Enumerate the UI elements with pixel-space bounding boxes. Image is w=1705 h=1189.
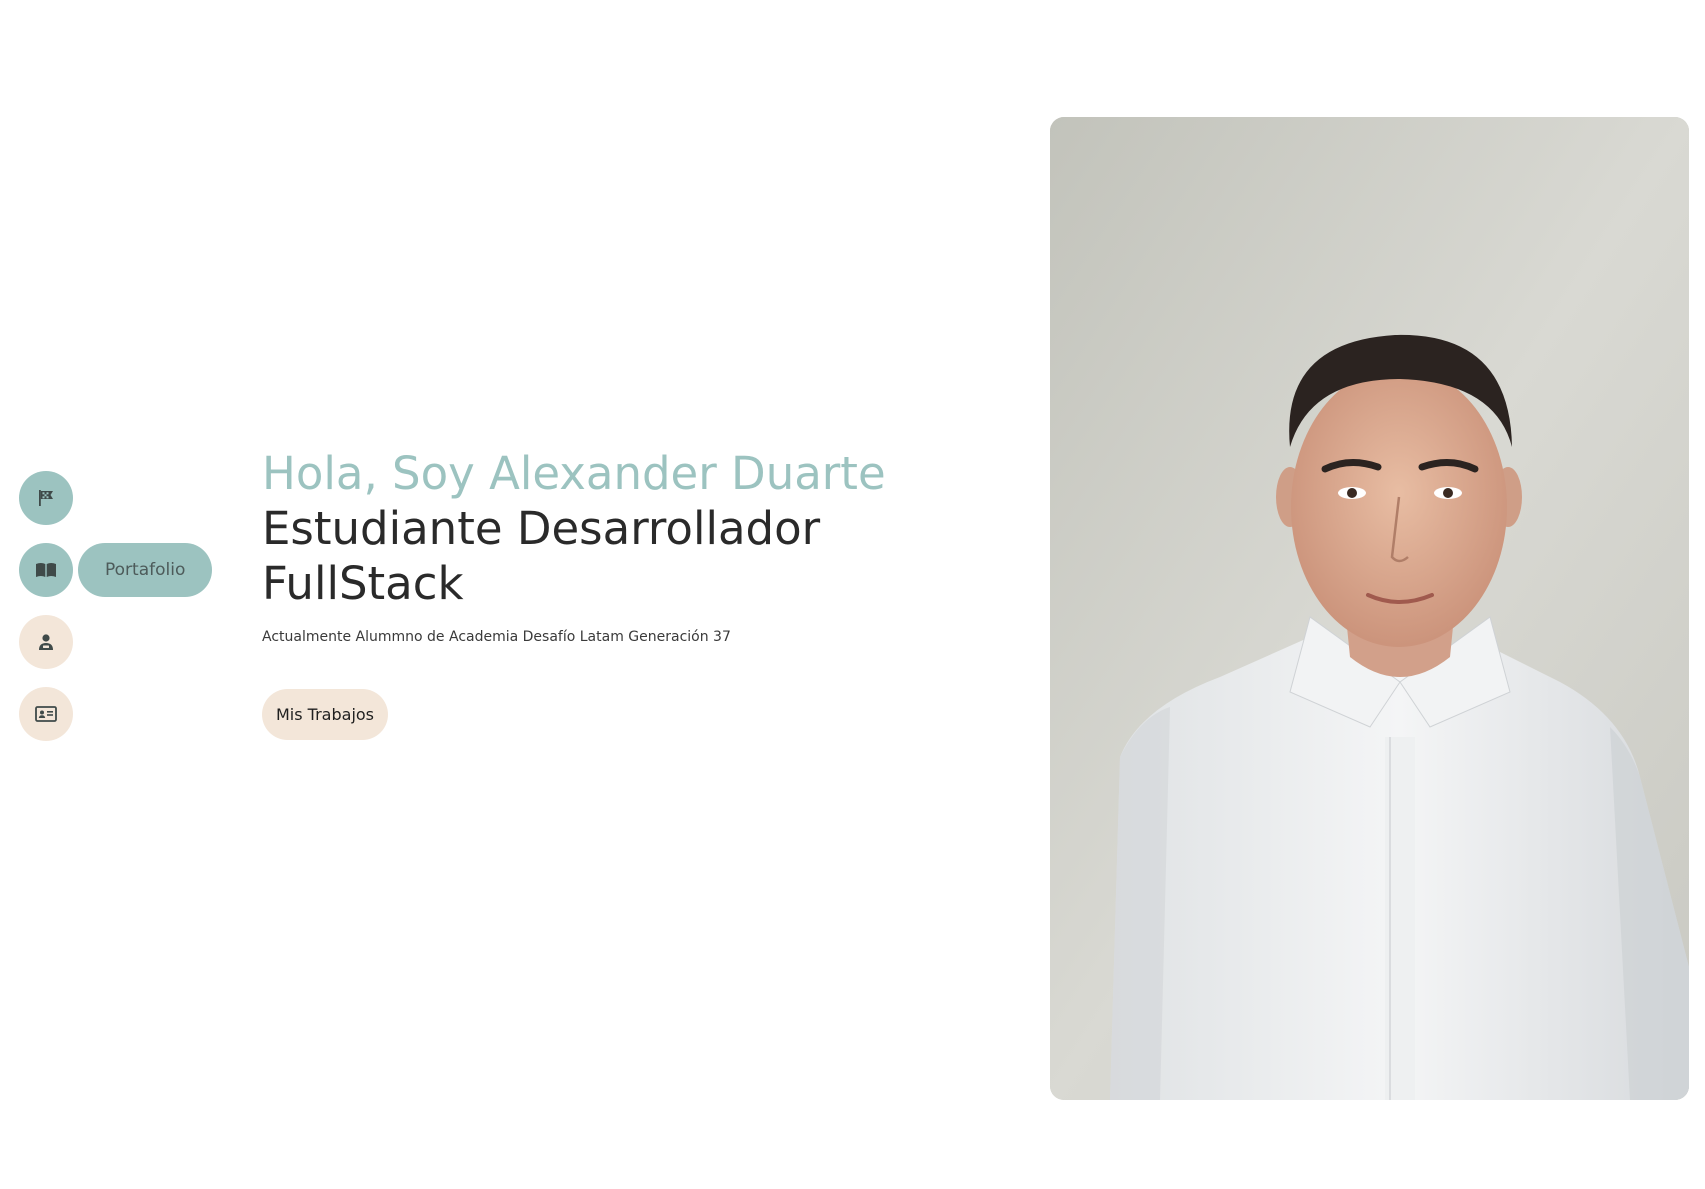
hero-title: Estudiante Desarrollador FullStack — [262, 502, 821, 610]
hero-section: Hola, Soy Alexander Duarte Estudiante De… — [262, 446, 982, 740]
nav-button-flag[interactable] — [19, 471, 73, 525]
hero-subtitle: Actualmente Alummno de Academia Desafío … — [262, 629, 731, 645]
nav-button-contact[interactable] — [19, 687, 73, 741]
flag-icon — [36, 488, 56, 508]
nav-row-flag — [19, 471, 219, 525]
my-works-button[interactable]: Mis Trabajos — [262, 689, 389, 740]
book-icon — [35, 560, 57, 580]
person-icon — [36, 632, 56, 652]
profile-photo — [1050, 117, 1689, 1100]
nav-row-contact — [19, 687, 219, 741]
nav-label-portafolio[interactable]: Portafolio — [78, 543, 213, 597]
portrait-illustration — [1050, 117, 1689, 1100]
side-navigation: Portafolio — [19, 471, 219, 759]
page: Portafolio Hola, Soy Alexander Duarte Es… — [0, 0, 1705, 1189]
id-card-icon — [35, 705, 57, 723]
nav-button-portafolio[interactable] — [19, 543, 73, 597]
hero-greeting: Hola, Soy Alexander Duarte — [262, 447, 886, 500]
nav-row-about — [19, 615, 219, 669]
nav-row-portafolio: Portafolio — [19, 543, 219, 597]
nav-button-about[interactable] — [19, 615, 73, 669]
